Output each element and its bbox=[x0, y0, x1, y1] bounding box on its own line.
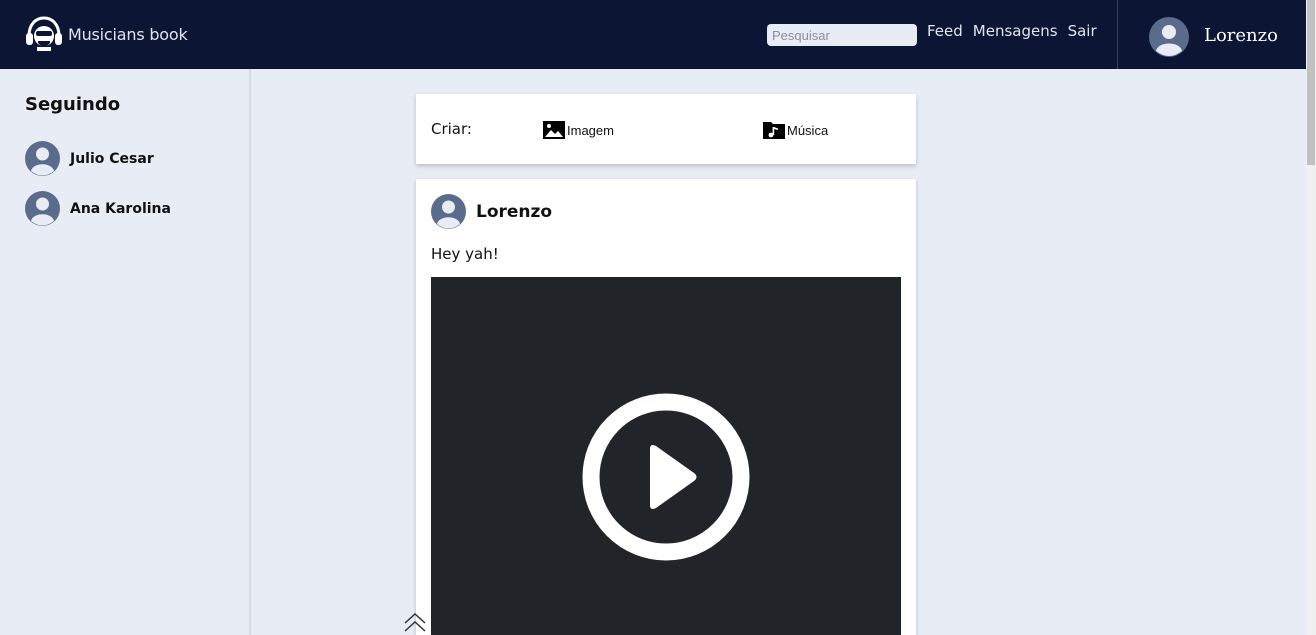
create-image-label: Imagem bbox=[567, 122, 614, 138]
avatar-icon bbox=[431, 194, 466, 229]
brand-name: Musicians book bbox=[68, 24, 188, 44]
chevron-double-up-icon[interactable] bbox=[404, 611, 426, 633]
sidebar-title: Seguindo bbox=[25, 94, 121, 115]
top-navbar: Musicians book Feed Mensagens Sair Loren… bbox=[0, 0, 1306, 69]
image-icon bbox=[543, 121, 565, 139]
create-label: Criar: bbox=[431, 120, 472, 138]
avatar-icon[interactable] bbox=[1149, 17, 1189, 57]
page-scrollbar[interactable] bbox=[1306, 0, 1316, 635]
avatar-icon bbox=[25, 141, 60, 176]
header-divider bbox=[1117, 0, 1118, 69]
main-nav: Feed Mensagens Sair bbox=[927, 22, 1097, 40]
create-music-label: Música bbox=[787, 122, 829, 138]
current-user-name[interactable]: Lorenzo bbox=[1204, 25, 1278, 46]
video-player[interactable] bbox=[431, 277, 901, 635]
play-icon[interactable] bbox=[582, 393, 750, 561]
create-post-card: Criar: Imagem Música bbox=[416, 94, 916, 164]
scrollbar-thumb[interactable] bbox=[1307, 0, 1315, 165]
nav-feed-link[interactable]: Feed bbox=[927, 22, 963, 40]
music-folder-icon bbox=[763, 122, 785, 139]
nav-logout-link[interactable]: Sair bbox=[1068, 22, 1097, 40]
post-author-name: Lorenzo bbox=[476, 201, 553, 222]
avatar-icon bbox=[25, 191, 60, 226]
following-name: Ana Karolina bbox=[70, 200, 171, 217]
following-name: Julio Cesar bbox=[70, 150, 154, 167]
nav-messages-link[interactable]: Mensagens bbox=[973, 22, 1058, 40]
post-card: Lorenzo Hey yah! bbox=[416, 179, 916, 635]
headphones-logo-icon bbox=[26, 16, 62, 51]
following-item[interactable]: Julio Cesar bbox=[25, 141, 154, 176]
following-sidebar: Seguindo Julio Cesar Ana Karolina bbox=[0, 69, 251, 635]
following-item[interactable]: Ana Karolina bbox=[25, 191, 171, 226]
create-music-button[interactable]: Música bbox=[763, 120, 828, 140]
post-author[interactable]: Lorenzo bbox=[431, 194, 552, 229]
create-image-button[interactable]: Imagem bbox=[543, 120, 614, 140]
post-text: Hey yah! bbox=[431, 245, 499, 263]
search-input[interactable] bbox=[767, 24, 917, 46]
brand[interactable]: Musicians book bbox=[25, 16, 188, 52]
